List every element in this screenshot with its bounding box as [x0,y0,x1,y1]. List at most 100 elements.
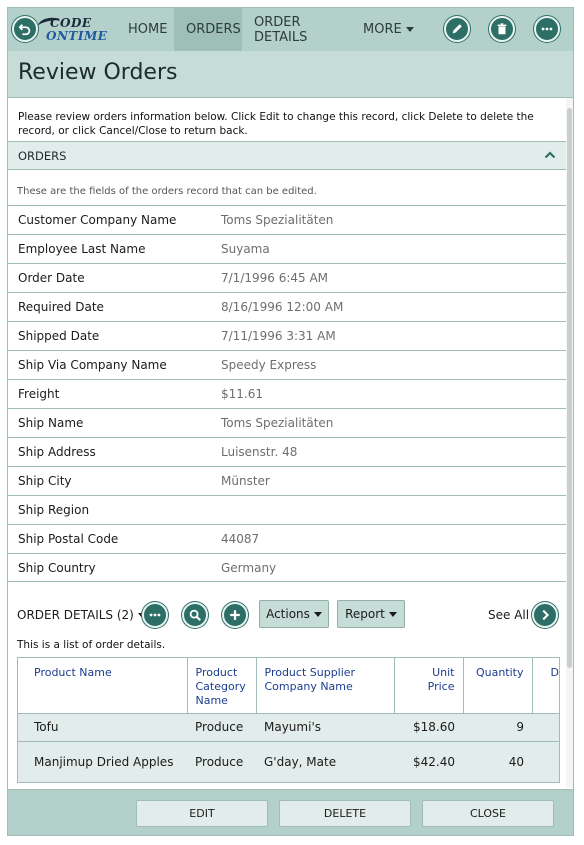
field-label: Required Date [18,300,104,314]
field-row: Order Date 7/1/1996 6:45 AM [8,263,566,292]
see-all-button[interactable] [532,602,558,628]
cell-discount [532,741,559,782]
table-row[interactable]: Manjimup Dried Apples Produce G'day, Mat… [18,741,559,782]
field-value: 7/1/1996 6:45 AM [221,271,329,285]
column-header-quantity[interactable]: Quantity [463,658,533,714]
field-label: Ship Region [18,503,90,517]
back-button[interactable] [12,16,38,42]
column-header-unit-price[interactable]: Unit Price [394,658,464,714]
column-header-discount[interactable]: Di [532,658,559,714]
edit-action-button[interactable]: EDIT [136,800,268,827]
column-header-supplier[interactable]: Product Supplier Company Name [256,658,395,714]
app-window: CODE ONTIME HOME ORDERS ORDER DETAILS MO… [7,7,574,836]
column-header-category[interactable]: Product Category Name [187,658,257,714]
field-label: Ship Address [18,445,96,459]
field-label: Order Date [18,271,85,285]
chevron-down-icon [313,611,322,617]
nav-order-details-label: ORDER DETAILS [254,14,308,45]
close-button[interactable]: CLOSE [422,800,554,827]
plus-icon [230,610,240,620]
field-label: Customer Company Name [18,213,177,227]
nav-orders[interactable]: ORDERS [174,8,242,51]
delete-action-button[interactable]: DELETE [279,800,411,827]
ellipsis-icon [541,27,553,31]
nav-orders-label: ORDERS [186,22,241,37]
field-label: Ship Country [18,561,96,575]
see-all-link[interactable]: See All [488,608,529,622]
field-label: Ship Via Company Name [18,358,167,372]
actions-label: Actions [266,607,310,621]
cell-quantity: 9 [463,713,532,742]
nav-order-details[interactable]: ORDER DETAILS [242,8,352,51]
field-value: 44087 [221,532,260,546]
field-row: Ship Name Toms Spezialitäten [8,408,566,437]
cell-product: Tofu [18,713,187,742]
page-header: Review Orders [8,51,573,98]
field-row: Ship Address Luisenstr. 48 [8,437,566,466]
field-value: $11.61 [221,387,263,401]
report-button[interactable]: Report [337,600,405,628]
ellipsis-icon [149,613,161,617]
details-add-button[interactable] [222,602,248,628]
field-value: Germany [221,561,277,575]
cell-unit-price: $18.60 [394,713,463,742]
section-note: These are the fields of the orders recor… [17,186,317,197]
cell-discount [532,713,559,742]
field-row: Required Date 8/16/1996 12:00 AM [8,292,566,321]
field-row: Shipped Date 7/11/1996 3:31 AM [8,321,566,350]
column-header-product-name[interactable]: Product Name [18,658,188,714]
field-row: Freight $11.61 [8,379,566,408]
field-value: Toms Spezialitäten [221,416,334,430]
order-fields: Customer Company Name Toms Spezialitäten … [8,205,566,582]
cell-supplier: Mayumi's [256,713,394,742]
back-arrow-icon [18,24,31,36]
page-description: Please review orders information below. … [18,111,534,137]
field-row: Customer Company Name Toms Spezialitäten [8,205,566,234]
orders-section-header[interactable]: ORDERS [8,141,566,170]
field-row: Ship Country Germany [8,553,566,582]
cell-unit-price: $42.40 [394,741,463,782]
actions-button[interactable]: Actions [259,600,329,628]
nav-home-label: HOME [128,22,168,37]
details-more-button[interactable] [142,602,168,628]
order-details-title: ORDER DETAILS (2) [17,608,134,622]
field-label: Ship Name [18,416,84,430]
field-row: Ship Via Company Name Speedy Express [8,350,566,379]
field-row: Ship Postal Code 44087 [8,524,566,553]
field-label: Ship Postal Code [18,532,119,546]
page-title: Review Orders [18,60,178,85]
order-details-dropdown[interactable]: ORDER DETAILS (2) [17,608,146,622]
cell-category: Produce [187,741,256,782]
cell-product: Manjimup Dried Apples [18,741,187,782]
report-label: Report [345,607,385,621]
search-icon [189,609,201,621]
order-details-grid: Product Name Product Category Name Produ… [17,657,560,783]
field-value: Suyama [221,242,270,256]
field-row: Ship Region [8,495,566,524]
chevron-up-icon[interactable] [544,150,556,160]
scrollbar-thumb[interactable] [567,108,572,668]
logo-line1: CODE [50,16,92,30]
table-row[interactable]: Tofu Produce Mayumi's $18.60 9 [18,713,559,742]
field-row: Ship City Münster [8,466,566,495]
field-label: Employee Last Name [18,242,146,256]
top-bar: CODE ONTIME HOME ORDERS ORDER DETAILS MO… [8,8,573,51]
nav-more[interactable]: MORE [352,8,422,51]
details-search-button[interactable] [182,602,208,628]
more-options-button[interactable] [534,16,560,42]
cell-category: Produce [187,713,256,742]
order-details-note: This is a list of order details. [17,639,166,651]
edit-button[interactable] [444,16,470,42]
field-value: Münster [221,474,270,488]
delete-button[interactable] [489,16,515,42]
field-value: Luisenstr. 48 [221,445,298,459]
nav-more-label: MORE [363,22,402,37]
chevron-down-icon [405,27,414,32]
nav-home[interactable]: HOME [116,8,174,51]
field-label: Shipped Date [18,329,100,343]
cell-supplier: G'day, Mate [256,741,394,782]
vertical-scrollbar[interactable] [566,98,573,788]
section-title: ORDERS [18,149,67,163]
field-value: 7/11/1996 3:31 AM [221,329,336,343]
app-logo[interactable]: CODE ONTIME [36,15,107,44]
